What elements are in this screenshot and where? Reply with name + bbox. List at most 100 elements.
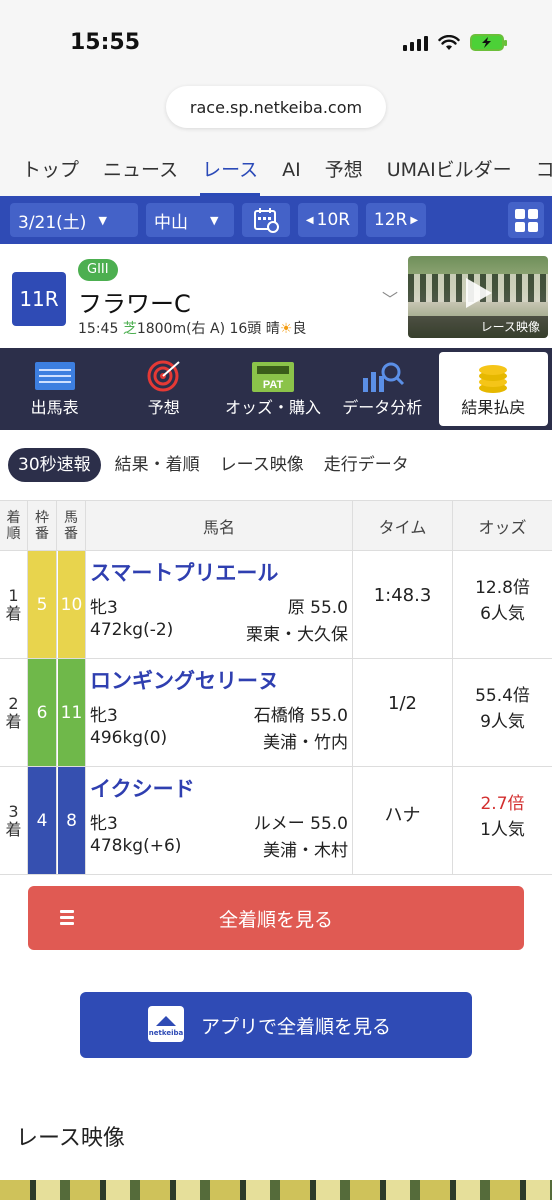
- finish-rank: 3着: [0, 767, 28, 874]
- date-label: 3/21(土): [18, 212, 87, 233]
- prev-race-label: 10R: [316, 210, 351, 230]
- menu-results-payout[interactable]: 結果払戻: [438, 352, 549, 426]
- header-rank: 着順: [0, 501, 28, 550]
- body-weight: 496kg(0): [90, 728, 168, 748]
- trainer: 美浦・木村: [263, 841, 348, 861]
- trainer: 美浦・竹内: [263, 733, 348, 753]
- odds-value: 12.8倍: [475, 578, 530, 598]
- body-weight: 478kg(+6): [90, 836, 182, 856]
- target-icon: [147, 360, 180, 392]
- calendar-button[interactable]: [242, 203, 290, 237]
- table-row[interactable]: 1着 5 10 スマートプリエール 牝3 原 55.0 472kg(-2) 栗東・大…: [0, 551, 552, 659]
- waku-number: 5: [28, 551, 57, 658]
- tab-race-video[interactable]: レース映像: [214, 448, 310, 482]
- horse-name-link[interactable]: スマートプリエール: [90, 557, 348, 587]
- race-number: 11R: [12, 272, 66, 326]
- odds-value: 55.4倍: [475, 686, 530, 706]
- table-row[interactable]: 3着 4 8 イクシード 牝3 ルメー 55.0 478kg(+6) 美浦・木村 ハ…: [0, 767, 552, 875]
- horse-number: 10: [57, 551, 86, 658]
- nav-tab-ai[interactable]: AI: [270, 138, 313, 196]
- section-title-race-video: レース映像: [16, 1126, 125, 1151]
- clock: 15:55: [70, 30, 141, 55]
- prev-race-button[interactable]: ◀ 10R: [298, 203, 358, 237]
- next-race-button[interactable]: 12R ▶: [366, 203, 426, 237]
- dropdown-caret-icon: ▼: [98, 213, 107, 227]
- finish-rank: 1着: [0, 551, 28, 658]
- horse-info: イクシード 牝3 ルメー 55.0 478kg(+6) 美浦・木村: [86, 767, 353, 874]
- result-sub-tabs: 30秒速報 結果・着順 レース映像 走行データ: [0, 444, 552, 486]
- nav-tab-top[interactable]: トップ: [10, 138, 91, 196]
- menu-data-analysis[interactable]: データ分析: [328, 348, 437, 430]
- odds-cell: 12.8倍 6人気: [453, 551, 552, 658]
- odds-cell: 55.4倍 9人気: [453, 659, 552, 766]
- race-info: 15:45 芝1800m(右 A) 16頭 晴☀良: [78, 321, 307, 337]
- ipat-icon: PAT: [252, 362, 294, 392]
- finish-rank: 2着: [0, 659, 28, 766]
- sun-icon: ☀: [279, 321, 293, 337]
- url-field[interactable]: race.sp.netkeiba.com: [166, 86, 386, 128]
- nav-tab-column[interactable]: コラ: [524, 138, 552, 196]
- wifi-icon: [438, 34, 460, 50]
- video-caption: レース映像: [408, 316, 548, 338]
- nav-tab-yoso[interactable]: 予想: [313, 138, 375, 196]
- view-results-in-app-button[interactable]: netkeiba アプリで全着順を見る: [80, 992, 472, 1058]
- horse-info: ロンギングセリーヌ 牝3 石橋脩 55.0 496kg(0) 美浦・竹内: [86, 659, 353, 766]
- header-horse-name: 馬名: [86, 501, 353, 550]
- tab-results-order[interactable]: 結果・着順: [109, 448, 206, 482]
- header-odds: オッズ: [478, 517, 527, 537]
- horse-name-link[interactable]: ロンギングセリーヌ: [90, 665, 348, 695]
- trainer: 栗東・大久保: [246, 625, 348, 645]
- jockey-weight: ルメー 55.0: [253, 814, 348, 834]
- horse-name-link[interactable]: イクシード: [90, 773, 348, 803]
- chart-search-icon: [363, 362, 405, 392]
- odds-cell: 2.7倍 1人気: [453, 767, 552, 874]
- nav-tab-race[interactable]: レース: [190, 138, 270, 196]
- finish-time: 1:48.3: [353, 551, 453, 658]
- tab-30sec-report[interactable]: 30秒速報: [8, 448, 101, 482]
- jockey-weight: 原 55.0: [287, 598, 348, 618]
- date-select[interactable]: 3/21(土) ▼: [10, 203, 138, 237]
- calendar-refresh-icon: [254, 208, 279, 233]
- next-race-label: 12R: [373, 210, 408, 230]
- results-table: 着順 枠番 馬番 馬名 タイム オッズ 1着 5 10 スマートプリエール 牝3…: [0, 500, 552, 875]
- sex-age: 牝3: [90, 814, 118, 834]
- menu-entry-list[interactable]: 出馬表: [0, 348, 109, 430]
- coins-icon: [479, 365, 508, 393]
- header-time: タイム: [353, 501, 453, 550]
- expand-chevron-icon[interactable]: ﹀: [382, 286, 398, 310]
- cellular-signal-icon: [403, 35, 428, 51]
- dropdown-caret-icon: ▼: [210, 213, 219, 227]
- menu-odds-purchase[interactable]: PAT オッズ・購入: [218, 348, 327, 430]
- odds-value: 2.7倍: [480, 794, 525, 814]
- popularity: 9人気: [480, 712, 525, 732]
- grid-menu-icon[interactable]: [508, 202, 544, 238]
- finish-margin: 1/2: [353, 659, 453, 766]
- horse-number: 8: [57, 767, 86, 874]
- svg-text:PAT: PAT: [263, 379, 284, 391]
- finish-margin: ハナ: [353, 767, 453, 874]
- next-arrow-icon: ▶: [410, 214, 419, 226]
- status-bar: 15:55: [0, 0, 552, 80]
- view-all-results-button[interactable]: 全着順を見る: [28, 886, 524, 950]
- jockey-weight: 石橋脩 55.0: [253, 706, 348, 726]
- horse-number: 11: [57, 659, 86, 766]
- sex-age: 牝3: [90, 706, 118, 726]
- nav-tab-news[interactable]: ニュース: [91, 138, 190, 196]
- nav-tab-umai-builder[interactable]: UMAIビルダー: [375, 138, 524, 196]
- tab-running-data[interactable]: 走行データ: [318, 448, 415, 482]
- waku-number: 6: [28, 659, 57, 766]
- race-video-preview[interactable]: [0, 1180, 552, 1200]
- race-video-thumbnail[interactable]: レース映像: [408, 256, 548, 338]
- table-header: 着順 枠番 馬番 馬名 タイム オッズ: [0, 501, 552, 551]
- race-selector-bar: 3/21(土) ▼ 中山 ▼ ◀ 10R 12R ▶: [0, 196, 552, 244]
- race-name: フラワーC: [78, 290, 191, 318]
- status-icons: [403, 34, 507, 51]
- entry-list-icon: [34, 362, 75, 390]
- menu-prediction[interactable]: 予想: [109, 348, 218, 430]
- play-icon: [466, 278, 492, 308]
- site-nav-tabs: トップ ニュース レース AI 予想 UMAIビルダー コラ: [0, 138, 552, 196]
- header-waku: 枠番: [28, 501, 57, 550]
- netkeiba-logo: netkeiba: [148, 1006, 184, 1042]
- venue-select[interactable]: 中山 ▼: [146, 203, 234, 237]
- table-row[interactable]: 2着 6 11 ロンギングセリーヌ 牝3 石橋脩 55.0 496kg(0) 美浦・…: [0, 659, 552, 767]
